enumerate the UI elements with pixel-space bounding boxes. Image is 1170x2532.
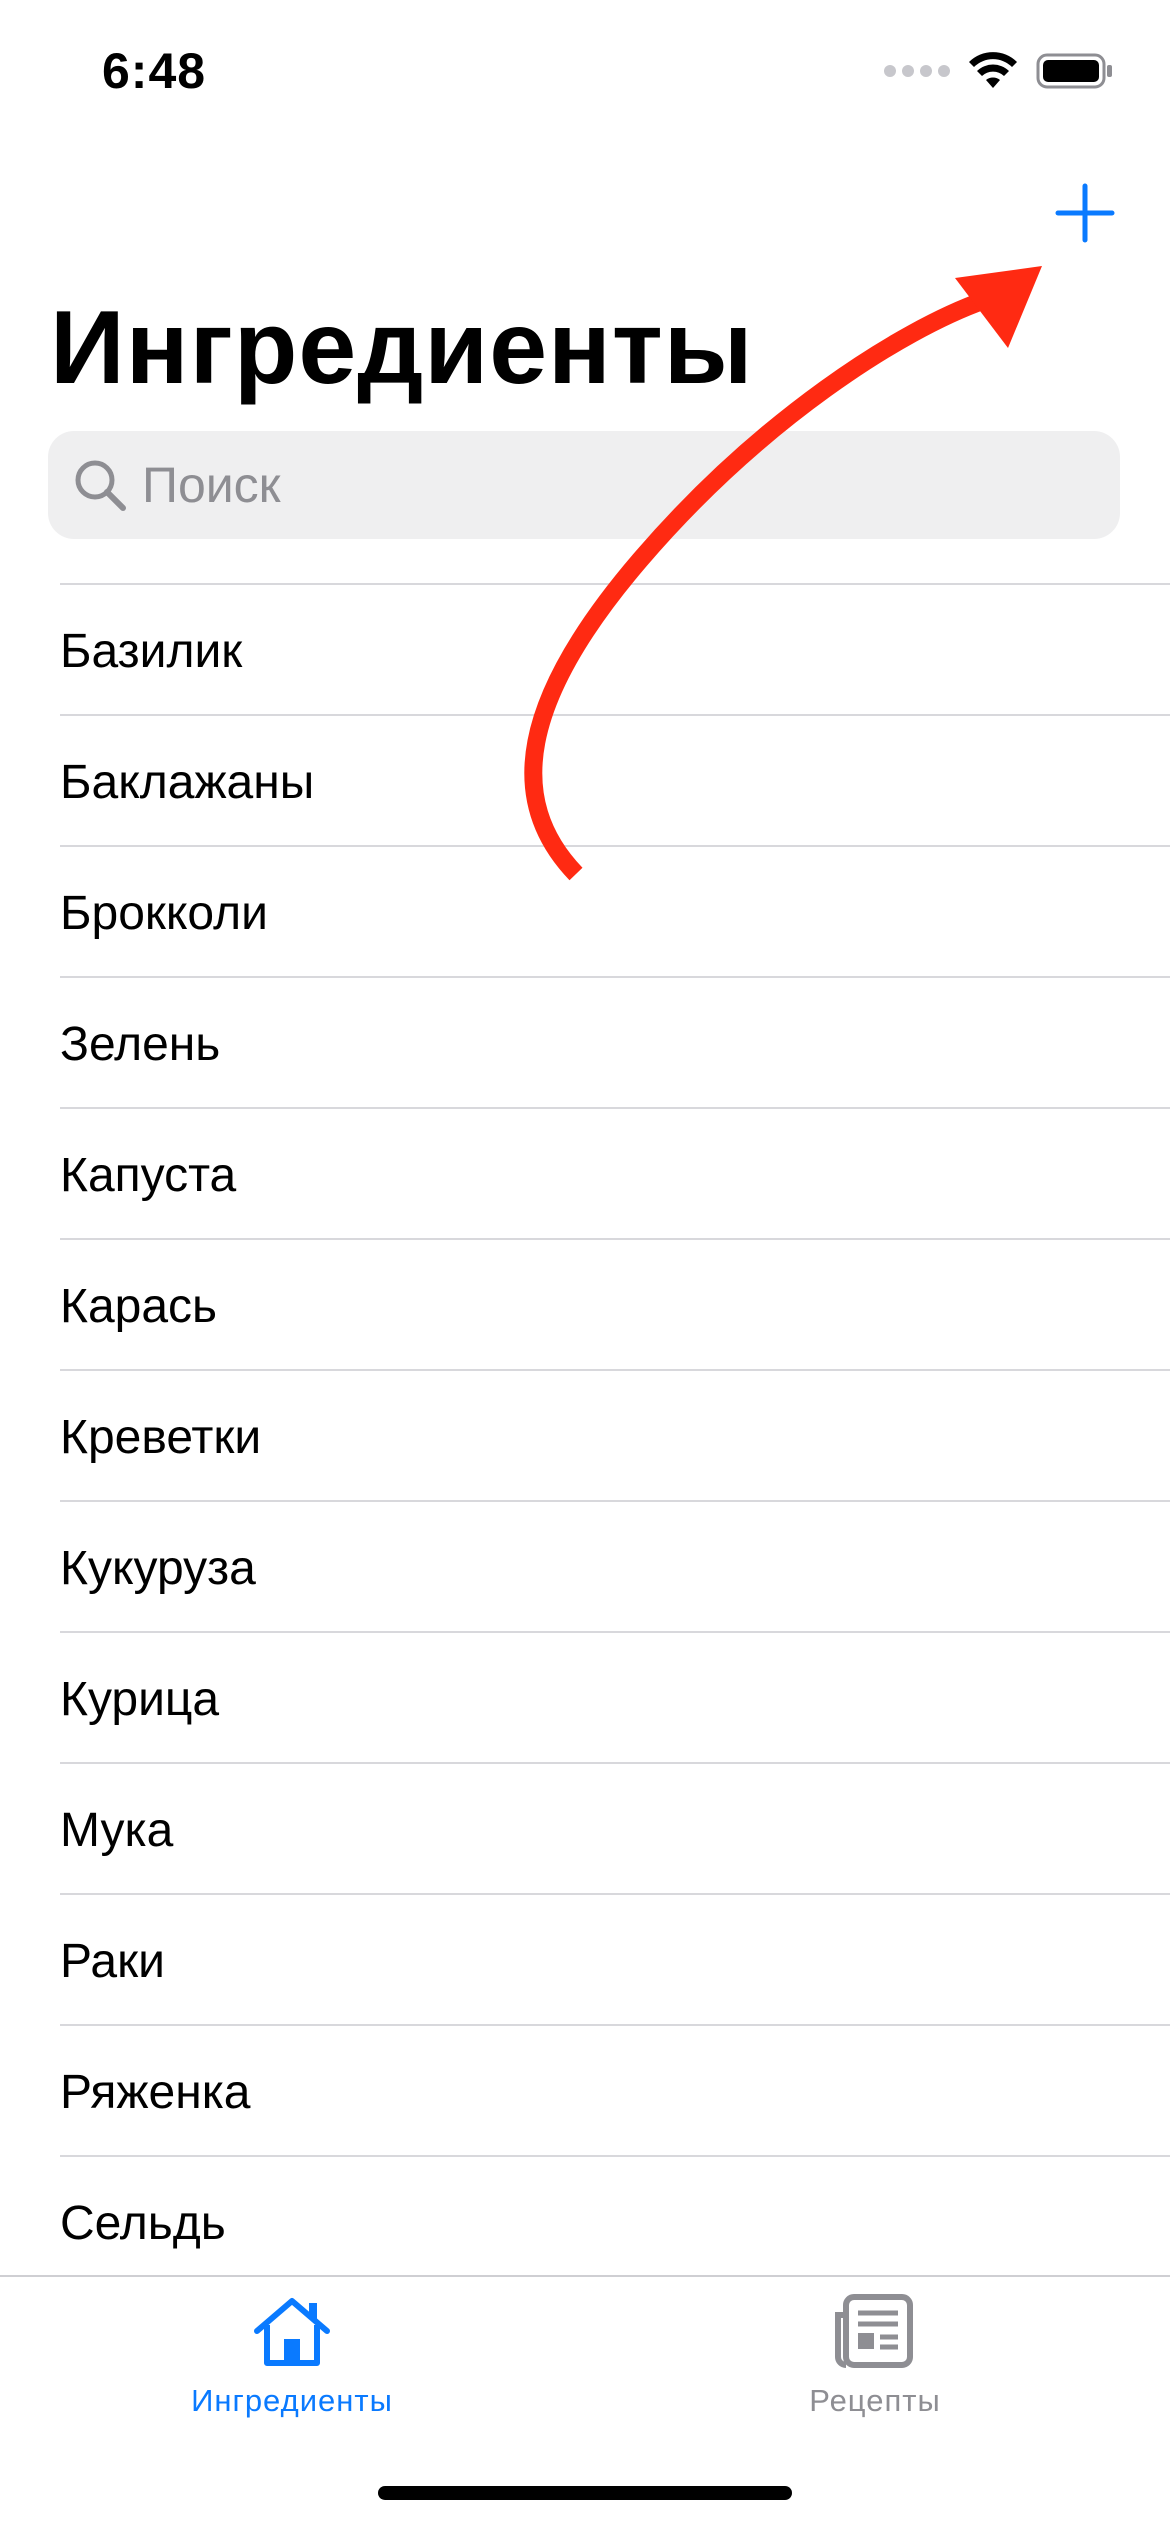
- search-icon: [75, 460, 126, 511]
- list-item[interactable]: Брокколи: [60, 845, 1170, 976]
- list-item[interactable]: Курица: [60, 1631, 1170, 1762]
- page-title: Ингредиенты: [50, 290, 754, 406]
- status-bar: 6:48: [0, 0, 1170, 140]
- house-icon: [254, 2298, 330, 2366]
- list-item[interactable]: Карась: [60, 1238, 1170, 1369]
- status-icons: [884, 52, 1114, 90]
- list-item[interactable]: Капуста: [60, 1107, 1170, 1238]
- home-indicator[interactable]: [378, 2486, 792, 2500]
- ingredient-list: Базилик Баклажаны Брокколи Зелень Капуст…: [0, 583, 1170, 2275]
- list-item[interactable]: Зелень: [60, 976, 1170, 1107]
- tab-ingredients-label: Ингредиенты: [191, 2383, 393, 2418]
- tab-recipes[interactable]: Рецепты: [725, 2293, 1025, 2443]
- search-input[interactable]: [142, 445, 1042, 525]
- list-item[interactable]: Мука: [60, 1762, 1170, 1893]
- newspaper-icon: [835, 2294, 913, 2368]
- battery-icon: [1036, 53, 1112, 89]
- cellular-signal-icon: [884, 65, 950, 77]
- list-item[interactable]: Базилик: [60, 583, 1170, 714]
- list-item[interactable]: Сельдь: [60, 2155, 1170, 2275]
- tab-recipes-label: Рецепты: [809, 2383, 941, 2418]
- search-bar[interactable]: [48, 431, 1120, 539]
- status-time: 6:48: [102, 43, 207, 99]
- list-item[interactable]: Креветки: [60, 1369, 1170, 1500]
- wifi-icon: [969, 52, 1017, 88]
- plus-icon: [1055, 183, 1115, 243]
- list-item[interactable]: Ряженка: [60, 2024, 1170, 2155]
- add-button[interactable]: [1050, 178, 1120, 248]
- list-item[interactable]: Кукуруза: [60, 1500, 1170, 1631]
- list-item[interactable]: Раки: [60, 1893, 1170, 2024]
- list-item[interactable]: Баклажаны: [60, 714, 1170, 845]
- tab-ingredients[interactable]: Ингредиенты: [142, 2293, 442, 2443]
